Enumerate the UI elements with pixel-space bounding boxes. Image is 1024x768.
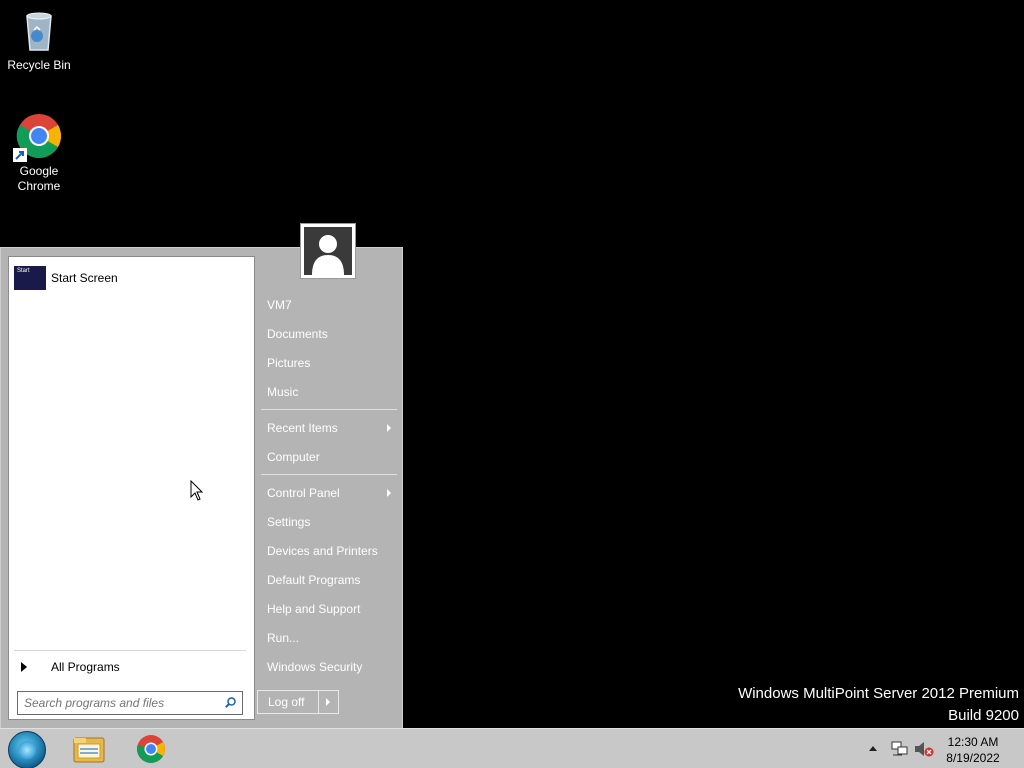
menu-item-default-programs[interactable]: Default Programs — [267, 569, 397, 591]
menu-item-pictures[interactable]: Pictures — [267, 352, 397, 374]
taskbar: 12:30 AM 8/19/2022 — [0, 728, 1024, 768]
program-item-start-screen[interactable]: Start Start Screen — [14, 265, 118, 291]
os-watermark: Windows MultiPoint Server 2012 Premium B… — [738, 683, 1019, 727]
user-picture[interactable] — [300, 223, 356, 279]
shutdown-options-button[interactable] — [318, 691, 338, 713]
menu-item-label: Help and Support — [267, 602, 361, 616]
program-item-label: Start Screen — [51, 271, 118, 285]
chrome-icon — [13, 112, 63, 162]
menu-item-label: Settings — [267, 515, 311, 529]
menu-item-recent-items[interactable]: Recent Items — [267, 417, 397, 439]
menu-item-label: Music — [267, 385, 299, 399]
desktop-icon-recycle-bin[interactable]: Recycle Bin — [1, 6, 77, 73]
search-icon[interactable] — [225, 697, 236, 708]
start-button[interactable] — [8, 731, 46, 768]
menu-item-label: Pictures — [267, 356, 311, 370]
search-box — [17, 691, 243, 715]
submenu-arrow-icon — [387, 489, 391, 497]
menu-item-control-panel[interactable]: Control Panel — [267, 482, 397, 504]
watermark-build: Build 9200 — [948, 707, 1019, 724]
menu-item-run[interactable]: Run... — [267, 627, 397, 649]
start-screen-icon: Start — [14, 266, 46, 290]
all-programs-label: All Programs — [51, 660, 120, 674]
network-icon[interactable] — [890, 741, 908, 757]
menu-item-help-and-support[interactable]: Help and Support — [267, 598, 397, 620]
chrome-icon — [136, 735, 165, 763]
recycle-bin-icon — [15, 6, 63, 54]
menu-item-label: Windows Security — [267, 660, 363, 674]
volume-muted-icon[interactable] — [914, 741, 934, 757]
menu-item-settings[interactable]: Settings — [267, 511, 397, 533]
taskbar-chrome[interactable] — [128, 731, 174, 767]
triangle-right-icon — [21, 662, 27, 672]
clock-date: 8/19/2022 — [946, 751, 1000, 765]
menu-item-label: Default Programs — [267, 573, 361, 587]
menu-item-computer[interactable]: Computer — [267, 446, 397, 468]
menu-item-label: Run... — [267, 631, 300, 645]
programs-pane: Start Start Screen All Programs — [8, 256, 255, 720]
menu-item-label: Computer — [267, 450, 320, 464]
divider — [261, 409, 397, 410]
menu-item-documents[interactable]: Documents — [267, 323, 397, 345]
menu-item-user[interactable]: VM7 — [267, 294, 397, 316]
menu-item-label: Control Panel — [267, 486, 340, 500]
taskbar-file-explorer[interactable] — [66, 731, 112, 767]
submenu-arrow-icon — [387, 424, 391, 432]
menu-item-label: Documents — [267, 327, 328, 341]
log-off-group: Log off — [257, 690, 339, 714]
search-input[interactable] — [18, 692, 214, 714]
divider — [261, 474, 397, 475]
show-hidden-icons-button[interactable] — [869, 746, 877, 751]
menu-item-devices-and-printers[interactable]: Devices and Printers — [267, 540, 397, 562]
desktop-icon-google-chrome[interactable]: Google Chrome — [1, 112, 77, 194]
windows-orb-icon — [18, 741, 36, 759]
shortcut-arrow-icon — [13, 148, 27, 162]
divider — [14, 650, 246, 651]
file-explorer-icon — [73, 737, 105, 763]
menu-item-music[interactable]: Music — [267, 381, 397, 403]
menu-item-label: VM7 — [267, 298, 292, 312]
mouse-cursor-icon — [190, 480, 204, 501]
chevron-right-icon — [326, 698, 330, 706]
clock-time: 12:30 AM — [947, 735, 999, 749]
log-off-button[interactable]: Log off — [258, 691, 318, 713]
watermark-edition: Windows MultiPoint Server 2012 Premium — [738, 685, 1019, 702]
desktop-icon-label: Recycle Bin — [7, 58, 71, 72]
menu-item-label: Recent Items — [267, 421, 338, 435]
all-programs-button[interactable]: All Programs — [14, 655, 246, 679]
user-avatar-icon — [304, 227, 352, 275]
menu-item-label: Devices and Printers — [267, 544, 378, 558]
menu-item-windows-security[interactable]: Windows Security — [267, 656, 397, 678]
desktop-icon-label: Google Chrome — [17, 164, 61, 193]
system-clock[interactable]: 12:30 AM 8/19/2022 — [944, 734, 1002, 766]
